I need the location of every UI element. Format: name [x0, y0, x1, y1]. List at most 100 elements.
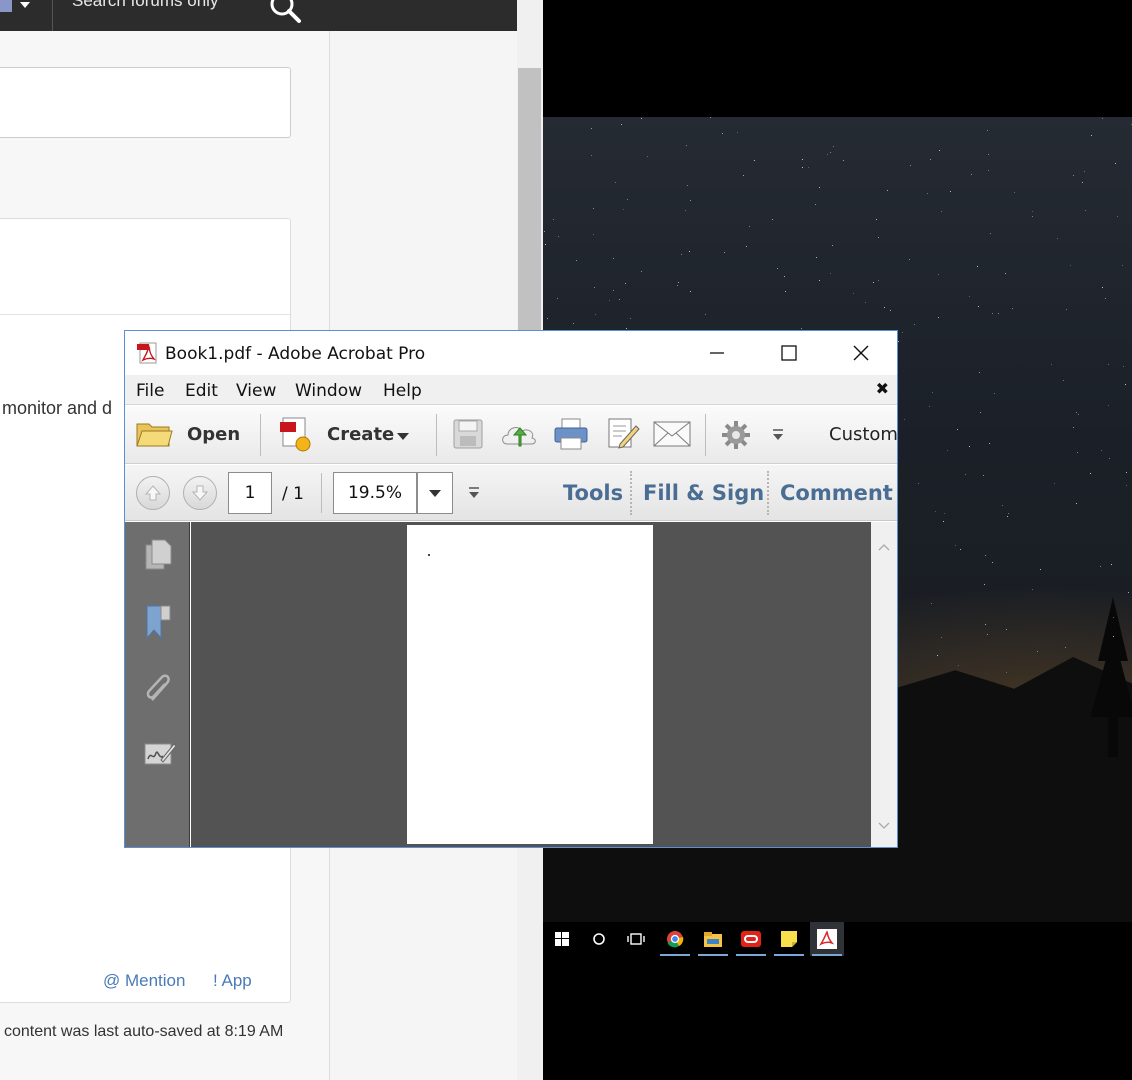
task-view-icon[interactable]: [619, 922, 653, 956]
menu-file[interactable]: File: [136, 381, 164, 401]
acrobat-titlebar[interactable]: Book1.pdf - Adobe Acrobat Pro: [125, 331, 897, 375]
star: [641, 118, 642, 119]
star: [938, 317, 939, 318]
document-scrollbar[interactable]: [871, 522, 897, 847]
star: [687, 185, 688, 186]
app-link[interactable]: ! App: [213, 971, 252, 991]
next-page-button[interactable]: [183, 476, 217, 510]
attachment-icon[interactable]: [143, 670, 175, 706]
star: [988, 154, 989, 155]
star: [553, 219, 554, 220]
star: [615, 182, 616, 183]
star: [677, 285, 678, 286]
star: [1063, 380, 1064, 381]
star: [1070, 265, 1071, 266]
search-input[interactable]: Search forums only: [72, 0, 218, 11]
page-thumbnails-icon[interactable]: [143, 538, 175, 572]
edit-document-icon[interactable]: [606, 416, 640, 452]
windows-start-icon[interactable]: [545, 922, 579, 956]
zoom-input[interactable]: 19.5%: [333, 472, 417, 514]
scrollbar-thumb[interactable]: [518, 68, 541, 358]
chevron-up-icon[interactable]: [878, 543, 890, 551]
star: [1037, 651, 1038, 652]
star: [595, 314, 596, 315]
star: [865, 302, 866, 303]
file-explorer-icon[interactable]: [696, 922, 730, 956]
navigation-pane: [125, 522, 190, 847]
print-icon[interactable]: [553, 416, 589, 452]
create-label: Create: [327, 424, 395, 445]
customize-button[interactable]: Custom: [829, 424, 897, 445]
create-button[interactable]: Create: [275, 414, 415, 456]
star: [1012, 308, 1013, 309]
star: [1032, 211, 1033, 212]
page-number-input[interactable]: 1: [228, 472, 272, 514]
menu-bar: File Edit View Window Help ✖: [125, 375, 897, 405]
toolbar-overflow-icon[interactable]: [771, 428, 785, 442]
toolbar-divider: [321, 473, 322, 513]
user-menu-dropdown[interactable]: [0, 0, 40, 31]
editor-toolbar-divider: [0, 314, 292, 315]
toolbar-overflow-icon[interactable]: [467, 486, 481, 500]
star: [1006, 672, 1007, 673]
star: [983, 475, 984, 476]
tools-pane-link[interactable]: Tools: [563, 481, 623, 505]
subject-input[interactable]: [0, 67, 291, 138]
chrome-icon[interactable]: [658, 922, 692, 956]
star: [685, 210, 686, 211]
star: [929, 406, 930, 407]
chevron-down-icon[interactable]: [878, 822, 890, 830]
star: [944, 513, 945, 514]
window-title: Book1.pdf - Adobe Acrobat Pro: [165, 344, 426, 364]
bookmark-icon[interactable]: [143, 604, 175, 640]
cloud-upload-icon[interactable]: [499, 418, 539, 450]
pdf-page[interactable]: [407, 525, 653, 844]
menu-edit[interactable]: Edit: [185, 381, 218, 401]
mention-link[interactable]: @ Mention: [103, 971, 185, 991]
open-label: Open: [187, 424, 241, 445]
star: [1005, 273, 1006, 274]
star: [1032, 589, 1033, 590]
star: [955, 545, 956, 546]
minimize-button[interactable]: [681, 331, 753, 375]
maximize-button[interactable]: [753, 331, 825, 375]
star: [939, 150, 940, 151]
star: [623, 209, 624, 210]
star: [613, 258, 614, 259]
open-button[interactable]: Open: [133, 414, 243, 456]
document-viewer[interactable]: [191, 522, 871, 847]
star: [681, 254, 682, 255]
fill-sign-pane-link[interactable]: Fill & Sign: [643, 481, 764, 505]
sticky-notes-icon[interactable]: [772, 922, 806, 956]
star: [785, 291, 786, 292]
star: [890, 310, 891, 311]
star: [1100, 566, 1101, 567]
star: [884, 307, 885, 308]
star: [989, 443, 990, 444]
star: [1102, 118, 1103, 119]
oracle-icon[interactable]: [734, 922, 768, 956]
gear-icon[interactable]: [721, 420, 751, 450]
search-icon[interactable]: [268, 0, 302, 24]
menu-help[interactable]: Help: [383, 381, 422, 401]
menu-window[interactable]: Window: [295, 381, 362, 401]
cortana-search-icon[interactable]: [582, 922, 616, 956]
star: [943, 521, 944, 522]
menu-view[interactable]: View: [236, 381, 276, 401]
star: [816, 257, 817, 258]
close-document-icon[interactable]: ✖: [876, 379, 889, 398]
acrobat-icon[interactable]: [810, 922, 844, 956]
star: [898, 341, 899, 342]
previous-page-button[interactable]: [136, 476, 170, 510]
comment-pane-link[interactable]: Comment: [780, 481, 893, 505]
star: [935, 511, 936, 512]
zoom-dropdown-button[interactable]: [417, 472, 453, 514]
star: [784, 276, 785, 277]
email-icon[interactable]: [653, 420, 691, 448]
close-button[interactable]: [825, 331, 897, 375]
star: [746, 246, 747, 247]
star: [930, 159, 931, 160]
save-icon[interactable]: [452, 418, 484, 450]
signature-icon[interactable]: [143, 738, 177, 770]
star: [1066, 309, 1067, 310]
